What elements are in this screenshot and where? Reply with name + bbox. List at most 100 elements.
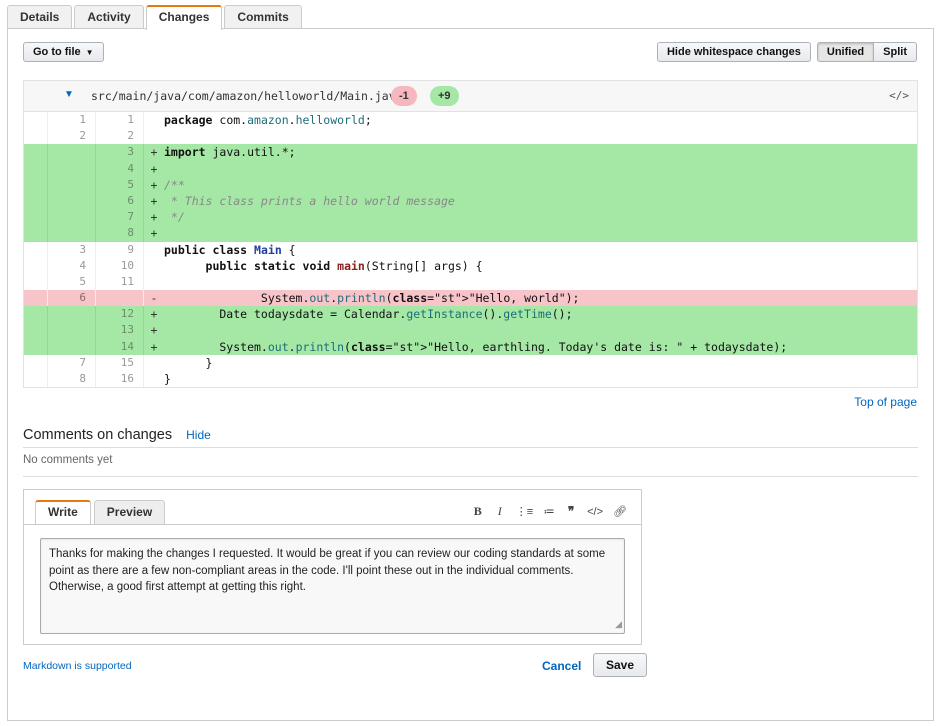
old-line-number[interactable] xyxy=(48,209,96,226)
diff-sign xyxy=(144,128,164,144)
save-button[interactable]: Save xyxy=(593,653,648,677)
collapse-icon[interactable]: ▼ xyxy=(64,89,74,100)
code-line: Date todaysdate = Calendar.getInstance()… xyxy=(164,307,573,322)
diff-line: 8 + xyxy=(24,225,917,242)
hide-comments-link[interactable]: Hide xyxy=(186,428,211,442)
comment-textarea[interactable]: Thanks for making the changes I requeste… xyxy=(40,538,625,634)
new-line-number[interactable]: 14 xyxy=(96,338,144,355)
new-line-number[interactable]: 16 xyxy=(96,371,144,388)
comment-text: Thanks for making the changes I requeste… xyxy=(49,548,606,593)
new-line-number[interactable]: 1 xyxy=(96,112,144,129)
diff-sign: - xyxy=(150,291,158,306)
resize-handle-icon[interactable]: ◢ xyxy=(615,616,622,633)
deletions-badge: -1 xyxy=(391,86,417,106)
new-line-number[interactable]: 11 xyxy=(96,273,144,291)
code-line: System.out.println(class="st">"Hello, ea… xyxy=(164,339,788,354)
diff-gutter xyxy=(24,160,48,177)
old-line-number[interactable]: 1 xyxy=(48,112,96,129)
view-source-icon[interactable]: </> xyxy=(889,89,909,102)
diff-sign: + xyxy=(150,210,158,225)
unified-button[interactable]: Unified xyxy=(816,42,875,62)
tab-preview[interactable]: Preview xyxy=(93,500,166,524)
format-toolbar: B I ⋮≡ ≔ ❞ </> 🔗︎ xyxy=(472,504,627,519)
new-line-number[interactable]: 8 xyxy=(96,225,144,242)
divider xyxy=(23,447,918,448)
old-line-number[interactable] xyxy=(48,338,96,355)
diff-sign xyxy=(144,112,164,128)
diff-gutter xyxy=(24,306,48,323)
tab-write[interactable]: Write xyxy=(35,500,91,525)
tab-details[interactable]: Details xyxy=(7,5,73,29)
diff-sign xyxy=(144,355,164,371)
diff-gutter xyxy=(24,257,48,274)
diff-line: 3 9 public class Main { xyxy=(24,241,917,258)
changes-panel: Go to file ▼ Hide whitespace changes Unif… xyxy=(7,28,934,721)
italic-icon[interactable]: I xyxy=(494,504,506,519)
new-line-number[interactable] xyxy=(96,290,144,307)
old-line-number[interactable] xyxy=(48,306,96,323)
code-line: public static void main(String[] args) { xyxy=(205,258,483,273)
new-line-number[interactable]: 2 xyxy=(96,128,144,145)
additions-badge: +9 xyxy=(430,86,459,106)
diff-line: 7 + */ xyxy=(24,209,917,226)
new-line-number[interactable]: 13 xyxy=(96,322,144,339)
old-line-number[interactable]: 8 xyxy=(48,371,96,388)
new-line-number[interactable]: 7 xyxy=(96,209,144,226)
old-line-number[interactable]: 4 xyxy=(48,257,96,274)
tab-activity[interactable]: Activity xyxy=(74,5,144,29)
new-line-number[interactable]: 3 xyxy=(96,144,144,161)
new-line-number[interactable]: 10 xyxy=(96,257,144,274)
numbered-list-icon[interactable]: ⋮≡ xyxy=(516,505,533,518)
tab-bar: Details Activity Changes Commits xyxy=(7,5,302,30)
link-icon[interactable]: 🔗︎ xyxy=(613,505,627,518)
diff-line: 12 + Date todaysdate = Calendar.getInstan… xyxy=(24,306,917,323)
hide-whitespace-button[interactable]: Hide whitespace changes xyxy=(656,42,811,62)
old-line-number[interactable] xyxy=(48,322,96,339)
cancel-button[interactable]: Cancel xyxy=(542,659,581,673)
old-line-number[interactable] xyxy=(48,144,96,161)
old-line-number[interactable]: 6 xyxy=(48,290,96,307)
diff-line: 1 1 package com.amazon.helloworld; xyxy=(24,112,917,129)
old-line-number[interactable]: 2 xyxy=(48,128,96,145)
top-of-page-link[interactable]: Top of page xyxy=(854,395,917,409)
new-line-number[interactable]: 12 xyxy=(96,306,144,323)
diff-sign: + xyxy=(150,323,158,338)
go-to-file-button[interactable]: Go to file ▼ xyxy=(23,42,104,62)
diff-line: 4 + xyxy=(24,160,917,177)
diff-sign: + xyxy=(150,193,158,208)
diff-line: 5 + /** xyxy=(24,176,917,193)
bullet-list-icon[interactable]: ≔ xyxy=(543,505,555,518)
tab-changes[interactable]: Changes xyxy=(145,5,223,30)
old-line-number[interactable] xyxy=(48,225,96,242)
diff-line: 8 16} xyxy=(24,371,917,388)
tab-commits[interactable]: Commits xyxy=(224,5,302,29)
old-line-number[interactable]: 3 xyxy=(48,241,96,258)
comment-editor: Write Preview B I ⋮≡ ≔ ❞ </> 🔗︎ Thanks f… xyxy=(23,489,642,645)
new-line-number[interactable]: 15 xyxy=(96,354,144,371)
old-line-number[interactable] xyxy=(48,192,96,210)
old-line-number[interactable] xyxy=(48,160,96,177)
quote-icon[interactable]: ❞ xyxy=(565,504,577,519)
new-line-number[interactable]: 6 xyxy=(96,192,144,210)
code-icon[interactable]: </> xyxy=(587,506,603,518)
new-line-number[interactable]: 9 xyxy=(96,241,144,258)
diff-gutter xyxy=(24,241,48,258)
diff-sign: + xyxy=(150,339,158,354)
old-line-number[interactable] xyxy=(48,176,96,193)
old-line-number[interactable]: 5 xyxy=(48,273,96,291)
comments-heading: Comments on changes Hide xyxy=(23,427,211,443)
new-line-number[interactable]: 4 xyxy=(96,160,144,177)
diff-line: 13 + xyxy=(24,322,917,339)
diff-gutter xyxy=(24,371,48,388)
diff-body: 1 1 package com.amazon.helloworld; 2 2 3 + impo… xyxy=(24,112,917,388)
file-path: src/main/java/com/amazon/helloworld/Main… xyxy=(91,89,403,103)
old-line-number[interactable]: 7 xyxy=(48,354,96,371)
split-button[interactable]: Split xyxy=(874,42,917,62)
bold-icon[interactable]: B xyxy=(472,504,484,519)
new-line-number[interactable]: 5 xyxy=(96,176,144,193)
file-diff: ▼ src/main/java/com/amazon/helloworld/Ma… xyxy=(23,80,918,389)
markdown-link[interactable]: Markdown is supported xyxy=(23,660,132,672)
diff-line: 14 + System.out.println(class="st">"Hello… xyxy=(24,338,917,355)
